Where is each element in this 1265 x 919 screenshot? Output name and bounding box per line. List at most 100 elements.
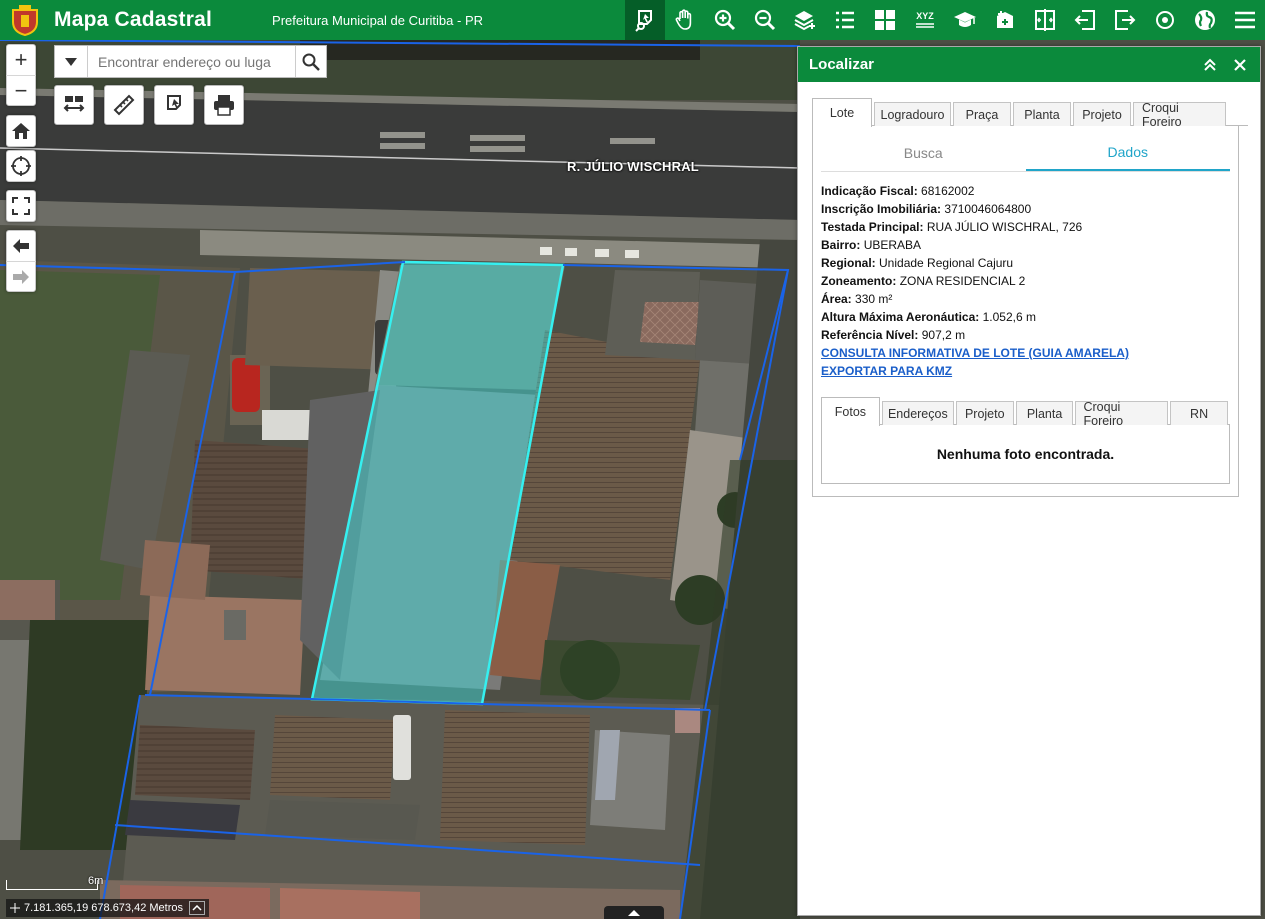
tab-projeto[interactable]: Projeto xyxy=(1073,102,1131,126)
zoom-out-icon[interactable] xyxy=(745,0,785,40)
info-value: 3710046064800 xyxy=(944,202,1032,216)
print-button[interactable] xyxy=(204,85,244,125)
info-row: Regional: Unidade Regional Cajuru xyxy=(821,254,1230,272)
tab-rn[interactable]: RN xyxy=(1170,401,1228,425)
zoom-controls: + − xyxy=(6,44,36,106)
app-header: Mapa Cadastral Prefeitura Municipal de C… xyxy=(0,0,1265,40)
city-crest-logo xyxy=(8,3,42,37)
info-label: Zoneamento: xyxy=(821,274,897,288)
photo-section: Fotos Endereços Projeto Planta Croqui Fo… xyxy=(821,396,1230,484)
crosshair-icon[interactable] xyxy=(6,151,36,181)
lote-tab-content: Busca Dados Indicação Fiscal: 68162002 I… xyxy=(812,126,1239,497)
graduation-cap-icon[interactable] xyxy=(945,0,985,40)
forward-arrow-icon[interactable] xyxy=(6,261,36,291)
detail-tabs: Fotos Endereços Projeto Planta Croqui Fo… xyxy=(821,396,1230,428)
zoom-in-button[interactable]: + xyxy=(6,45,36,75)
locate-icon[interactable] xyxy=(1145,0,1185,40)
panel-body: Lote Logradouro Praça Planta Projeto Cro… xyxy=(812,97,1248,497)
subtab-dados[interactable]: Dados xyxy=(1025,134,1230,171)
info-value: Unidade Regional Cajuru xyxy=(879,256,1014,270)
info-row: Referência Nível: 907,2 m xyxy=(821,326,1230,344)
info-row: Altura Máxima Aeronáutica: 1.052,6 m xyxy=(821,308,1230,326)
info-value: 68162002 xyxy=(921,184,975,198)
chevron-up-icon xyxy=(192,905,202,911)
pan-hand-icon[interactable] xyxy=(665,0,705,40)
double-chevron-up-icon xyxy=(1204,58,1216,71)
locate-control xyxy=(6,150,36,182)
info-label: Altura Máxima Aeronáutica: xyxy=(821,310,980,324)
tab-lote[interactable]: Lote xyxy=(812,98,872,127)
app-subtitle: Prefeitura Municipal de Curitiba - PR xyxy=(272,12,484,28)
tab-projeto-detail[interactable]: Projeto xyxy=(955,401,1014,425)
info-label: Referência Nível: xyxy=(821,328,919,342)
subtab-busca[interactable]: Busca xyxy=(821,134,1026,171)
identify-tool-button[interactable] xyxy=(154,85,194,125)
identify-cursor-icon xyxy=(167,95,181,110)
tab-enderecos[interactable]: Endereços xyxy=(881,401,954,425)
info-row: Testada Principal: RUA JÚLIO WISCHRAL, 7… xyxy=(821,218,1230,236)
zoom-in-icon[interactable] xyxy=(705,0,745,40)
measure-button[interactable] xyxy=(104,85,144,125)
tab-praca[interactable]: Praça xyxy=(953,102,1011,126)
info-label: Inscrição Imobiliária: xyxy=(821,202,942,216)
swipe-icon[interactable] xyxy=(1025,0,1065,40)
caret-up-icon xyxy=(628,909,640,916)
info-label: Área: xyxy=(821,292,852,306)
menu-icon[interactable] xyxy=(1225,0,1265,40)
export-icon[interactable] xyxy=(1105,0,1145,40)
info-row: Bairro: UBERABA xyxy=(821,236,1230,254)
info-row: Área: 330 m² xyxy=(821,290,1230,308)
coordinate-toggle[interactable] xyxy=(189,901,206,915)
coordinate-text: 7.181.365,19 678.673,42 Metros xyxy=(24,902,184,914)
street-name-label: R. JÚLIO WISCHRAL xyxy=(567,159,699,174)
tab-croqui-foreiro-detail[interactable]: Croqui Foreiro xyxy=(1075,400,1169,428)
fullscreen-icon[interactable] xyxy=(6,191,36,221)
export-kmz-link[interactable]: EXPORTAR PARA KMZ xyxy=(821,362,1230,380)
ruler-icon xyxy=(113,94,135,116)
identify-icon[interactable] xyxy=(625,0,665,40)
scale-bar xyxy=(6,880,98,890)
add-data-icon[interactable] xyxy=(985,0,1025,40)
search-widget xyxy=(54,45,327,78)
layer-list-icon[interactable] xyxy=(825,0,865,40)
add-layer-icon[interactable] xyxy=(785,0,825,40)
main-toolbar: XYZ xyxy=(625,0,1265,40)
tab-planta[interactable]: Planta xyxy=(1013,102,1071,126)
home-icon[interactable] xyxy=(6,116,36,146)
panel-collapse-button[interactable] xyxy=(1200,55,1220,75)
close-icon xyxy=(1234,59,1246,71)
address-search-input[interactable] xyxy=(88,46,295,77)
info-label: Bairro: xyxy=(821,238,861,252)
info-value: 907,2 m xyxy=(921,328,966,342)
locate-panel: Localizar Lote Logradouro Praça Planta P… xyxy=(797,46,1261,916)
search-source-dropdown[interactable] xyxy=(55,46,88,77)
search-icon xyxy=(302,53,320,71)
crosshair-small-icon xyxy=(10,903,20,913)
swap-view-button[interactable] xyxy=(54,85,94,125)
tab-croqui-foreiro[interactable]: Croqui Foreiro xyxy=(1133,101,1226,129)
info-value: 1.052,6 m xyxy=(982,310,1036,324)
panel-close-button[interactable] xyxy=(1230,55,1250,75)
panel-title: Localizar xyxy=(809,56,875,73)
home-control xyxy=(6,115,36,147)
tab-planta-detail[interactable]: Planta xyxy=(1015,401,1074,425)
tab-fotos[interactable]: Fotos xyxy=(821,397,880,426)
info-label: Testada Principal: xyxy=(821,220,924,234)
tab-logradouro[interactable]: Logradouro xyxy=(874,102,951,126)
no-photo-message: Nenhuma foto encontrada. xyxy=(821,425,1230,484)
info-label: Regional: xyxy=(821,256,876,270)
info-label: Indicação Fiscal: xyxy=(821,184,918,198)
back-arrow-icon[interactable] xyxy=(6,231,36,261)
fullscreen-control xyxy=(6,190,36,222)
search-button[interactable] xyxy=(295,46,326,77)
globe-icon[interactable] xyxy=(1185,0,1225,40)
panel-header: Localizar xyxy=(798,47,1260,82)
busca-dados-tabs: Busca Dados xyxy=(821,134,1230,172)
basemap-grid-icon[interactable] xyxy=(865,0,905,40)
xyz-coordinates-icon[interactable]: XYZ xyxy=(905,0,945,40)
attribute-table-toggle[interactable] xyxy=(604,906,664,919)
import-icon[interactable] xyxy=(1065,0,1105,40)
zoom-out-button[interactable]: − xyxy=(6,75,36,105)
guia-amarela-link[interactable]: CONSULTA INFORMATIVA DE LOTE (GUIA AMARE… xyxy=(821,344,1230,362)
info-row: Indicação Fiscal: 68162002 xyxy=(821,182,1230,200)
